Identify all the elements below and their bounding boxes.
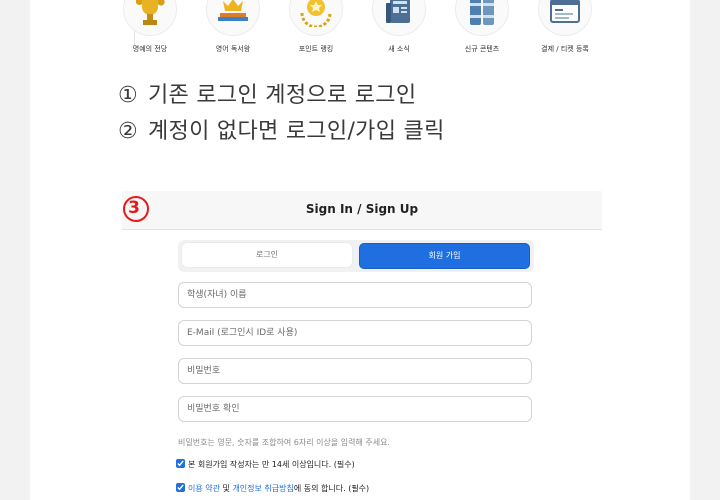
tab-signup[interactable]: 회원 가입 bbox=[359, 243, 530, 269]
email-input[interactable] bbox=[178, 320, 532, 346]
menu-item-new-content[interactable]: 신규 콘텐츠 bbox=[437, 0, 527, 54]
step-number: ① bbox=[118, 83, 139, 108]
instruction-step-1: ① 기존 로그인 계정으로 로그인 bbox=[118, 78, 445, 114]
step-text: 계정이 없다면 로그인/가입 클릭 bbox=[148, 119, 445, 144]
age-consent-label: 본 회원가입 작성자는 만 14세 이상입니다. (필수) bbox=[188, 460, 355, 469]
privacy-link[interactable]: 개인정보 취급방침 bbox=[232, 484, 293, 493]
menu-label: 포인트 랭킹 bbox=[298, 45, 334, 53]
medal-icon bbox=[289, 0, 343, 36]
menu-item-hall-of-fame[interactable]: 명예의 전당 bbox=[105, 0, 195, 54]
tab-login[interactable]: 로그인 bbox=[182, 243, 352, 267]
age-consent-row: 본 회원가입 작성자는 만 14세 이상입니다. (필수) bbox=[176, 459, 355, 470]
signin-title: Sign In / Sign Up bbox=[305, 202, 419, 216]
instruction-step-2: ② 계정이 없다면 로그인/가입 클릭 bbox=[118, 114, 445, 150]
menu-label: 명예의 전당 bbox=[132, 45, 168, 53]
menu-item-point-ranking[interactable]: 포인트 랭킹 bbox=[271, 0, 361, 54]
menu-label: 새 소식 bbox=[388, 45, 410, 53]
student-name-input[interactable] bbox=[178, 282, 532, 308]
menu-label: 결제 / 티켓 등록 bbox=[541, 45, 589, 53]
menu-label: 영어 독서왕 bbox=[215, 45, 251, 53]
step-number: ② bbox=[118, 119, 139, 144]
page: 명예의 전당 영어 독서왕 포인트 랭킹 새 소식 신규 콘텐츠 결제 / 티켓… bbox=[30, 0, 690, 500]
terms-and: 및 bbox=[219, 484, 233, 493]
age-consent-checkbox[interactable] bbox=[176, 459, 185, 468]
password-confirm-input[interactable] bbox=[178, 396, 532, 422]
menu-item-news[interactable]: 새 소식 bbox=[354, 0, 444, 54]
terms-link[interactable]: 이용 약관 bbox=[188, 484, 220, 493]
menu-item-payment-ticket[interactable]: 결제 / 티켓 등록 bbox=[520, 0, 610, 54]
password-input[interactable] bbox=[178, 358, 532, 384]
auth-tabs: 로그인 회원 가입 bbox=[178, 240, 534, 272]
trophy-icon bbox=[123, 0, 177, 36]
browser-window-icon bbox=[538, 0, 592, 36]
newspaper-icon bbox=[372, 0, 426, 36]
terms-consent-checkbox[interactable] bbox=[176, 483, 185, 492]
books-icon bbox=[455, 0, 509, 36]
crown-books-icon bbox=[206, 0, 260, 36]
instructions: ① 기존 로그인 계정으로 로그인 ② 계정이 없다면 로그인/가입 클릭 bbox=[118, 78, 445, 150]
signin-header: 3 Sign In / Sign Up bbox=[122, 191, 602, 230]
terms-consent-row: 이용 약관 및 개인정보 취급방침에 동의 합니다. (필수) bbox=[176, 483, 369, 494]
menu-item-reading-king[interactable]: 영어 독서왕 bbox=[188, 0, 278, 54]
menu-label: 신규 콘텐츠 bbox=[464, 45, 500, 53]
step-text: 기존 로그인 계정으로 로그인 bbox=[148, 83, 417, 108]
password-hint: 비밀번호는 영문, 숫자를 조합하여 6자리 이상을 입력해 주세요. bbox=[178, 438, 390, 447]
terms-suffix: 에 동의 합니다. (필수) bbox=[293, 484, 370, 493]
